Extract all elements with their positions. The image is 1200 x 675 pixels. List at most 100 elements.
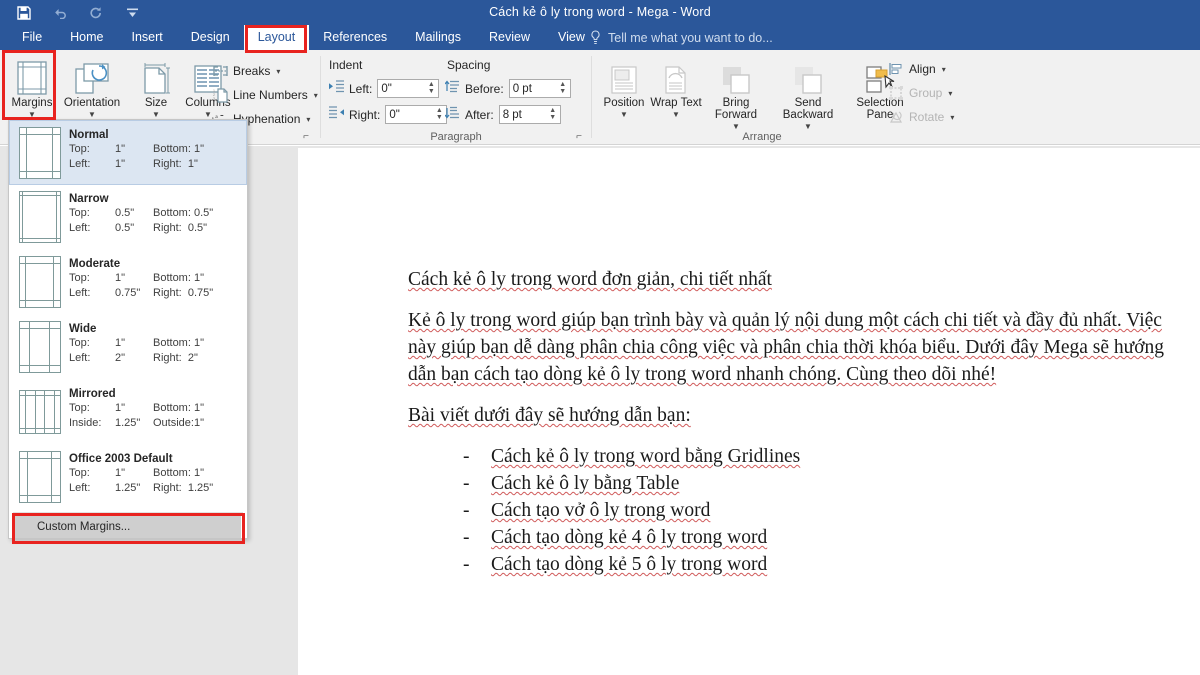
chevron-down-icon: ▼: [804, 123, 812, 130]
spacing-after-spinner[interactable]: ▲▼: [499, 105, 561, 124]
spacing-before-field: Before: ▲▼: [445, 79, 571, 98]
rotate-button[interactable]: Rotate ▾: [888, 106, 954, 128]
orientation-label: Orientation: [64, 97, 120, 109]
wrap-text-label: Wrap Text: [650, 97, 701, 109]
preset-name: Office 2003 Default: [69, 452, 241, 466]
line-numbers-icon: 123: [212, 87, 228, 103]
spinner-down-icon[interactable]: ▼: [428, 89, 435, 95]
document-body[interactable]: Cách kẻ ô ly trong word đơn giản, chi ti…: [408, 266, 1168, 578]
margins-preset-moderate[interactable]: Moderate Top:1"Bottom: 1" Left:0.75"Righ…: [9, 250, 247, 315]
rotate-label: Rotate: [909, 110, 944, 124]
preset-values: Top:1"Bottom: 1" Left:1"Right: 1": [69, 142, 240, 172]
margins-preset-text: Normal Top:1"Bottom: 1" Left:1"Right: 1": [69, 127, 240, 172]
tab-mailings[interactable]: Mailings: [401, 25, 475, 50]
margins-dropdown-menu[interactable]: Normal Top:1"Bottom: 1" Left:1"Right: 1"…: [8, 119, 248, 539]
document-bullet-list: -Cách kẻ ô ly trong word bằng Gridlines …: [408, 443, 1168, 578]
list-item: -Cách tạo dòng kẻ 5 ô ly trong word: [463, 551, 1168, 578]
indent-right-label: Right:: [349, 108, 380, 122]
page-setup-dialog-launcher[interactable]: ⌐: [300, 131, 312, 143]
spinner-up-icon[interactable]: ▲: [428, 82, 435, 88]
tab-references[interactable]: References: [309, 25, 401, 50]
paragraph-group-label: Paragraph: [321, 131, 591, 143]
bullet-marker: -: [463, 497, 470, 524]
spinner-up-icon[interactable]: ▲: [559, 82, 566, 88]
spacing-after-input[interactable]: [503, 106, 547, 123]
breaks-button[interactable]: Breaks ▾: [212, 60, 280, 82]
send-backward-button[interactable]: Send Backward ▼: [772, 55, 844, 130]
spacing-before-spinner[interactable]: ▲▼: [509, 79, 571, 98]
spinner-down-icon[interactable]: ▼: [549, 115, 556, 121]
spinner-up-icon[interactable]: ▲: [549, 108, 556, 114]
margins-preset-text: Office 2003 Default Top:1"Bottom: 1" Lef…: [69, 451, 241, 496]
ribbon-tab-strip: File Home Insert Design Layout Reference…: [0, 25, 1200, 50]
send-backward-icon: [793, 55, 823, 95]
window-title: Cách kẻ ô ly trong word - Mega - Word: [0, 0, 1200, 25]
bullet-marker: -: [463, 524, 470, 551]
layout-tab-highlight: [245, 25, 307, 53]
margins-preset-office-2003-default[interactable]: Office 2003 Default Top:1"Bottom: 1" Lef…: [9, 445, 247, 510]
bring-forward-button[interactable]: Bring Forward ▼: [700, 55, 772, 130]
margins-preset-wide[interactable]: Wide Top:1"Bottom: 1" Left:2"Right: 2": [9, 315, 247, 380]
indent-left-input[interactable]: [381, 80, 425, 97]
tab-review[interactable]: Review: [475, 25, 544, 50]
margins-preset-normal[interactable]: Normal Top:1"Bottom: 1" Left:1"Right: 1": [9, 120, 247, 185]
chevron-down-icon: ▼: [88, 111, 96, 118]
spinner-arrows[interactable]: ▲▼: [425, 81, 437, 96]
tab-design[interactable]: Design: [177, 25, 244, 50]
align-icon: [888, 61, 904, 77]
margins-thumbnail-office-2003: [19, 451, 61, 503]
chevron-down-icon: ▾: [950, 113, 954, 122]
preset-name: Wide: [69, 322, 241, 336]
size-button[interactable]: Size ▼: [128, 55, 184, 118]
title-bar: Cách kẻ ô ly trong word - Mega - Word: [0, 0, 1200, 25]
bullet-marker: -: [463, 470, 470, 497]
size-label: Size: [145, 97, 167, 109]
align-button[interactable]: Align ▾: [888, 58, 946, 80]
word-application-window: Cách kẻ ô ly trong word - Mega - Word Fi…: [0, 0, 1200, 675]
tab-home[interactable]: Home: [56, 25, 117, 50]
margins-preset-text: Moderate Top:1"Bottom: 1" Left:0.75"Righ…: [69, 256, 241, 301]
chevron-down-icon: ▾: [948, 89, 952, 98]
tab-file[interactable]: File: [8, 25, 56, 50]
wrap-text-button[interactable]: Wrap Text ▼: [648, 55, 704, 118]
tell-me-search[interactable]: Tell me what you want to do...: [590, 25, 773, 50]
indent-right-spinner[interactable]: ▲▼: [385, 105, 447, 124]
position-button[interactable]: Position ▼: [596, 55, 652, 118]
spinner-arrows[interactable]: ▲▼: [557, 81, 569, 96]
indent-left-spinner[interactable]: ▲▼: [377, 79, 439, 98]
rotate-icon: [888, 109, 904, 125]
line-numbers-button[interactable]: 123 Line Numbers ▾: [212, 84, 318, 106]
margins-preset-mirrored[interactable]: Mirrored Top:1"Bottom: 1" Inside:1.25"Ou…: [9, 380, 247, 445]
indent-left-label: Left:: [349, 82, 372, 96]
spacing-after-field: After: ▲▼: [445, 105, 561, 124]
arrange-group-label: Arrange: [592, 131, 932, 143]
list-item: -Cách kẻ ô ly bằng Table: [463, 470, 1168, 497]
spinner-down-icon[interactable]: ▼: [559, 89, 566, 95]
document-page[interactable]: Cách kẻ ô ly trong word đơn giản, chi ti…: [298, 148, 1200, 675]
indent-left-field: Left: ▲▼: [329, 79, 439, 98]
orientation-button[interactable]: Orientation ▼: [56, 55, 128, 118]
bring-forward-icon: [721, 55, 751, 95]
bring-forward-label: Bring Forward: [700, 97, 772, 121]
list-item: -Cách tạo vở ô ly trong word: [463, 497, 1168, 524]
margins-preset-text: Mirrored Top:1"Bottom: 1" Inside:1.25"Ou…: [69, 386, 241, 431]
spinner-arrows[interactable]: ▲▼: [547, 107, 559, 122]
spacing-before-input[interactable]: [513, 80, 557, 97]
spacing-after-icon: [445, 106, 460, 124]
margins-preset-narrow[interactable]: Narrow Top:0.5"Bottom: 0.5" Left:0.5"Rig…: [9, 185, 247, 250]
spinner-down-icon[interactable]: ▼: [436, 115, 443, 121]
indent-right-input[interactable]: [389, 106, 433, 123]
spinner-arrows[interactable]: ▲▼: [433, 107, 445, 122]
spinner-up-icon[interactable]: ▲: [436, 108, 443, 114]
margins-thumbnail-wide: [19, 321, 61, 373]
margins-preset-text: Wide Top:1"Bottom: 1" Left:2"Right: 2": [69, 321, 241, 366]
paragraph-dialog-launcher[interactable]: ⌐: [573, 131, 585, 143]
indent-right-field: Right: ▲▼: [329, 105, 447, 124]
indent-header: Indent: [329, 58, 362, 72]
spacing-before-icon: [445, 80, 460, 98]
bullet-marker: -: [463, 443, 470, 470]
preset-values: Top:1"Bottom: 1" Left:2"Right: 2": [69, 336, 241, 366]
group-button[interactable]: Group ▾: [888, 82, 952, 104]
tab-insert[interactable]: Insert: [118, 25, 177, 50]
preset-name: Mirrored: [69, 387, 241, 401]
